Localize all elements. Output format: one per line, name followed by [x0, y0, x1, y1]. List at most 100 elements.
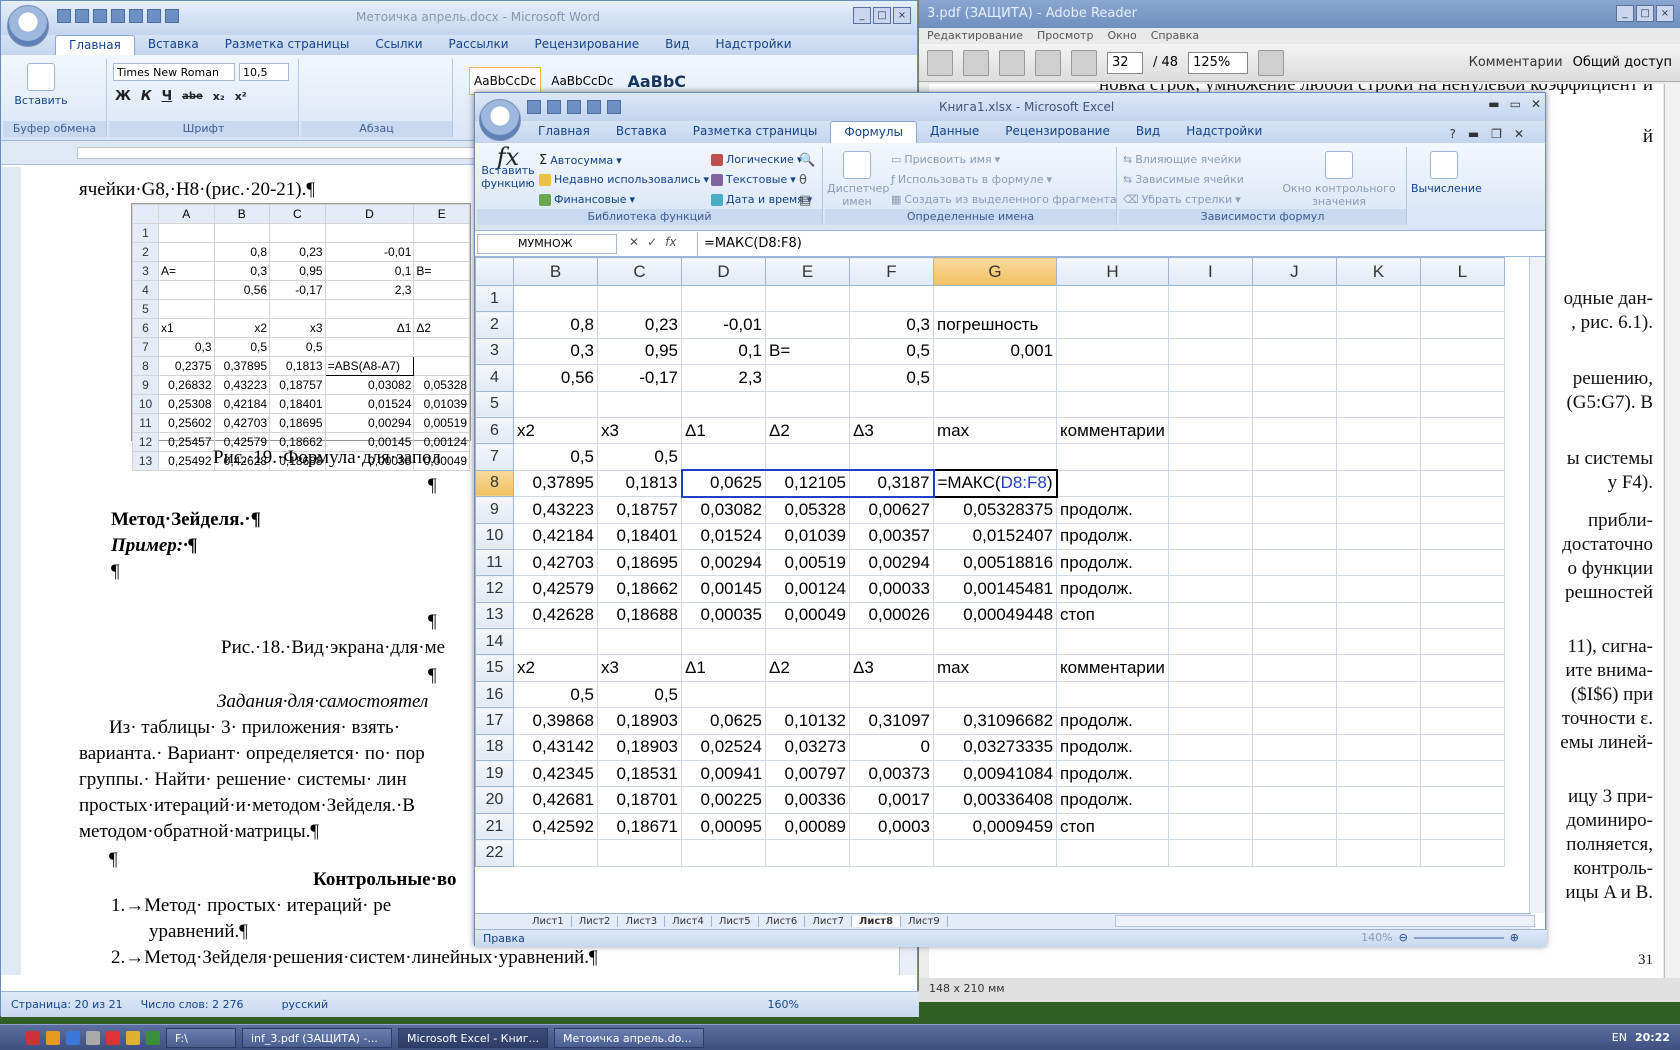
cell[interactable]: 0,18757 — [597, 496, 682, 524]
tab-addins[interactable]: Надстройки — [1173, 121, 1275, 143]
cell[interactable] — [597, 628, 682, 656]
preview-icon[interactable] — [587, 100, 601, 114]
maximize-icon[interactable]: □ — [1636, 5, 1654, 22]
cell[interactable] — [597, 390, 682, 418]
tab-insert[interactable]: Вставка — [135, 35, 212, 55]
cell[interactable]: 0,0152407 — [932, 522, 1058, 550]
undo-icon[interactable] — [547, 100, 561, 114]
cell[interactable]: 0,00941084 — [932, 760, 1058, 788]
cell[interactable] — [849, 680, 934, 709]
cell[interactable] — [1167, 548, 1253, 577]
app-icon[interactable] — [126, 1030, 140, 1045]
column-header-k[interactable]: K — [1335, 257, 1421, 286]
row-header[interactable]: 18 — [475, 733, 514, 762]
cell[interactable] — [1251, 311, 1337, 339]
cell[interactable] — [513, 628, 598, 656]
cell[interactable] — [765, 284, 850, 313]
cell[interactable]: 0,0625 — [681, 707, 766, 735]
row-header[interactable]: 10 — [475, 522, 514, 550]
cell[interactable]: 0,00035 — [681, 601, 766, 630]
maximize-icon[interactable]: ▭ — [1510, 97, 1521, 111]
cell[interactable] — [1167, 733, 1253, 762]
cell[interactable] — [849, 839, 934, 867]
styles-gallery[interactable]: AaBbCcDc AaBbCcDc AaBbC — [469, 67, 690, 95]
cell[interactable]: 2,3 — [681, 364, 766, 392]
cell[interactable]: продолж. — [1056, 760, 1169, 788]
cell[interactable] — [1167, 443, 1253, 471]
cell[interactable]: 0,42703 — [513, 548, 598, 577]
cell[interactable] — [1419, 337, 1505, 366]
cell[interactable] — [1251, 654, 1337, 682]
menu-item-edit[interactable]: Редактирование — [927, 29, 1023, 43]
cell[interactable] — [765, 839, 850, 867]
page-number-input[interactable] — [1107, 51, 1143, 74]
paste-button[interactable]: Вставить — [11, 63, 71, 107]
column-header-b[interactable]: B — [513, 257, 598, 286]
cell[interactable]: 0,0003 — [849, 812, 934, 841]
cell[interactable] — [1335, 496, 1421, 524]
undo-icon[interactable] — [75, 9, 89, 23]
strikethrough-icon[interactable]: abe — [182, 91, 203, 102]
zoom-level[interactable]: 140% — [1361, 931, 1392, 944]
recent-button[interactable]: Недавно использовались ▾ — [539, 173, 709, 186]
clock[interactable]: 20:22 — [1635, 1031, 1670, 1044]
select-all-corner[interactable] — [475, 257, 514, 286]
cell[interactable]: 0,00145481 — [932, 575, 1058, 603]
sheet-tab[interactable]: Лист5 — [712, 916, 759, 927]
cell[interactable] — [1335, 548, 1421, 577]
column-header-e[interactable]: E — [765, 257, 850, 286]
cell[interactable]: комментарии — [1056, 654, 1169, 682]
page-indicator[interactable]: Страница: 20 из 21 — [11, 998, 123, 1011]
redo-icon[interactable] — [93, 9, 107, 23]
cell[interactable] — [1335, 364, 1421, 392]
app-icon[interactable] — [66, 1030, 80, 1045]
text-button[interactable]: Текстовые ▾ — [711, 173, 796, 186]
cell[interactable]: 0,18695 — [597, 548, 682, 577]
save-icon[interactable] — [57, 9, 71, 23]
cell[interactable]: 0,00518816 — [932, 548, 1058, 577]
row-header[interactable]: 12 — [475, 575, 514, 603]
cell[interactable] — [1167, 416, 1253, 445]
cell[interactable] — [1167, 522, 1253, 550]
zoom-input[interactable] — [1188, 51, 1249, 74]
cell[interactable] — [1056, 311, 1169, 339]
cell[interactable]: 0,42681 — [513, 786, 598, 814]
cell[interactable]: продолж. — [1056, 522, 1169, 550]
cell[interactable] — [1056, 839, 1169, 867]
cell[interactable]: x3 — [597, 416, 682, 445]
cell[interactable] — [1335, 839, 1421, 867]
cell[interactable] — [1251, 839, 1337, 867]
cell[interactable] — [1167, 364, 1253, 392]
office-button[interactable] — [7, 5, 49, 47]
row-header[interactable]: 16 — [475, 680, 514, 709]
row-header[interactable]: 19 — [475, 760, 514, 788]
datetime-button[interactable]: Дата и время ▾ — [711, 193, 812, 206]
cell[interactable] — [1167, 575, 1253, 603]
cell[interactable] — [1251, 364, 1337, 392]
tab-formulas[interactable]: Формулы — [830, 121, 917, 143]
cell[interactable]: 0,3 — [849, 311, 934, 339]
cell[interactable]: 0,0625 — [680, 469, 766, 498]
cell[interactable] — [1335, 416, 1421, 445]
tab-page-layout[interactable]: Разметка страницы — [680, 121, 831, 143]
cell[interactable]: 0,00941 — [681, 760, 766, 788]
cell[interactable] — [1419, 680, 1505, 709]
cell[interactable]: 0,5 — [597, 443, 682, 471]
cell[interactable] — [1419, 364, 1505, 392]
minimize-icon[interactable]: _ — [853, 7, 871, 24]
cell[interactable] — [1335, 654, 1421, 682]
zoom-level[interactable]: 160% — [768, 998, 799, 1011]
copy-icon[interactable] — [129, 9, 143, 23]
cell[interactable]: Δ3 — [849, 416, 934, 445]
cell[interactable] — [1167, 469, 1253, 498]
cell[interactable] — [932, 628, 1058, 656]
cell[interactable]: 0,42184 — [513, 522, 598, 550]
cell[interactable] — [597, 284, 682, 313]
cell[interactable] — [849, 443, 934, 471]
cell[interactable] — [1056, 284, 1169, 313]
cell[interactable]: 0,00095 — [681, 812, 766, 841]
tab-view[interactable]: Вид — [1123, 121, 1173, 143]
create-from-selection-button[interactable]: ▦ Создать из выделенного фрагмента — [891, 193, 1117, 206]
cell[interactable]: 0,00225 — [681, 786, 766, 814]
close-icon[interactable]: × — [893, 7, 911, 24]
